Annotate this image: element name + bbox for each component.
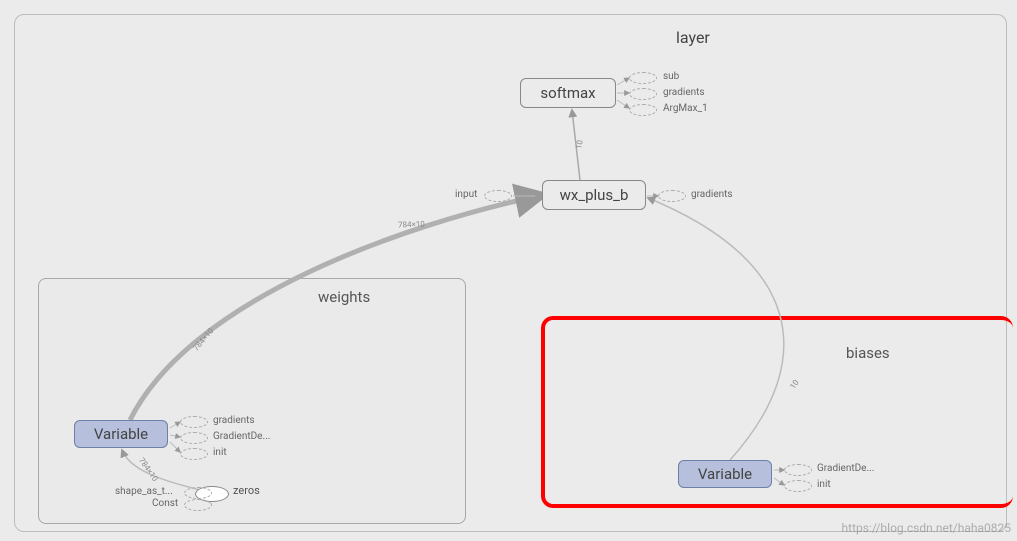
edge-label-10-softmax: 10	[574, 139, 584, 149]
zeros-label: zeros	[233, 484, 260, 497]
ext-gradientde1-label: GradientDe...	[213, 431, 270, 442]
ext-gradients2-node[interactable]	[658, 190, 686, 202]
ext-sub-label: sub	[663, 71, 679, 82]
ext-const-label: Const	[152, 498, 178, 509]
ext-gradients2-label: gradients	[691, 189, 733, 200]
ext-const-node[interactable]	[184, 499, 212, 511]
ext-gradients3-node[interactable]	[180, 416, 208, 428]
ext-argmax-label: ArgMax_1	[663, 103, 708, 114]
edge-label-784x10-main: 784×10	[398, 220, 425, 230]
ext-init2-node[interactable]	[784, 480, 812, 492]
layer-title: layer	[676, 28, 710, 47]
biases-variable-node[interactable]: Variable	[678, 460, 772, 488]
ext-input-label: input	[455, 189, 477, 200]
ext-gradientde2-label: GradientDe...	[817, 463, 874, 474]
biases-highlight	[541, 316, 1013, 508]
ext-gradientde2-node[interactable]	[784, 464, 812, 476]
ext-init1-node[interactable]	[180, 448, 208, 460]
ext-argmax-node[interactable]	[629, 104, 657, 116]
ext-shape-label: shape_as_t...	[115, 486, 173, 497]
ext-gradients-label: gradients	[663, 87, 705, 98]
ext-gradientde1-node[interactable]	[180, 432, 208, 444]
biases-title: biases	[846, 344, 890, 362]
ext-input-node[interactable]	[484, 190, 512, 202]
wx-plus-b-node[interactable]: wx_plus_b	[542, 180, 646, 210]
ext-shape-node[interactable]	[184, 487, 212, 499]
weights-variable-node[interactable]: Variable	[74, 420, 168, 448]
ext-sub-node[interactable]	[629, 72, 657, 84]
weights-title: weights	[318, 288, 370, 306]
softmax-node[interactable]: softmax	[520, 78, 616, 108]
ext-init2-label: init	[817, 479, 831, 490]
ext-init1-label: init	[213, 447, 227, 458]
watermark: https://blog.csdn.net/haha0825	[842, 521, 1011, 535]
ext-gradients-node[interactable]	[629, 88, 657, 100]
ext-gradients3-label: gradients	[213, 415, 255, 426]
